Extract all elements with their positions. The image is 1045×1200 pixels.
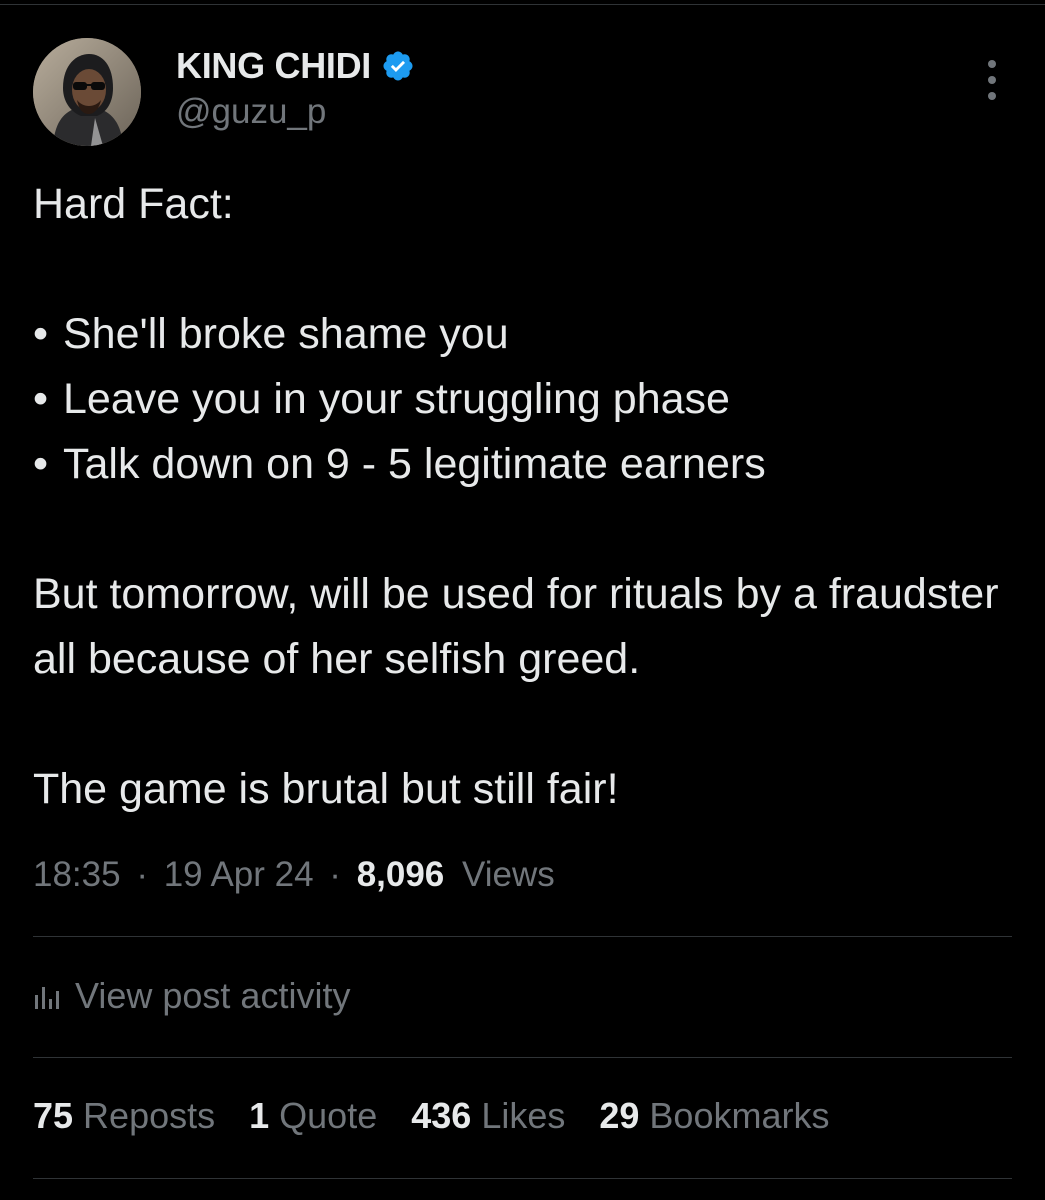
bullet-text: Talk down on 9 - 5 legitimate earners xyxy=(63,440,766,488)
reposts-count: 75 xyxy=(33,1095,74,1136)
reposts-label: Reposts xyxy=(83,1095,216,1136)
tweet-time[interactable]: 18:35 xyxy=(33,855,121,894)
likes-count: 436 xyxy=(411,1095,472,1136)
view-activity-label: View post activity xyxy=(75,975,351,1016)
meta-separator: · xyxy=(329,855,341,894)
more-dot-icon xyxy=(988,60,996,68)
verified-badge-icon xyxy=(383,51,413,81)
bullet-item: • Talk down on 9 - 5 legitimate earners xyxy=(33,432,1005,497)
bullet-item: • Leave you in your struggling phase xyxy=(33,367,1005,432)
bullet-text: Leave you in your struggling phase xyxy=(63,375,730,423)
name-row: KING CHIDI xyxy=(176,44,415,88)
bar-chart-icon xyxy=(35,987,59,1009)
bullet-icon: • xyxy=(33,375,49,423)
tweet-text: Hard Fact: • She'll broke shame you • Le… xyxy=(33,172,1005,822)
bullet-icon: • xyxy=(33,440,49,488)
bullet-icon: • xyxy=(33,310,49,358)
bullet-item: • She'll broke shame you xyxy=(33,302,1005,367)
more-dot-icon xyxy=(988,92,996,100)
avatar-image xyxy=(33,38,141,146)
tweet-line: Hard Fact: xyxy=(33,180,234,228)
reposts-stat[interactable]: 75 Reposts xyxy=(33,1095,215,1137)
quote-count: 1 xyxy=(249,1095,270,1136)
tweet-meta: 18:35 · 19 Apr 24 · 8,096 Views xyxy=(33,855,555,895)
bookmarks-count: 29 xyxy=(599,1095,640,1136)
views-count: 8,096 xyxy=(356,855,445,894)
quotes-stat[interactable]: 1 Quote xyxy=(249,1095,377,1137)
display-name[interactable]: KING CHIDI xyxy=(176,45,371,87)
bookmarks-stat[interactable]: 29 Bookmarks xyxy=(599,1095,829,1137)
top-divider xyxy=(0,4,1045,5)
likes-stat[interactable]: 436 Likes xyxy=(411,1095,565,1137)
views-label: Views xyxy=(462,855,555,894)
quote-label: Quote xyxy=(279,1095,378,1136)
bullet-text: She'll broke shame you xyxy=(63,310,509,358)
tweet-paragraph: But tomorrow, will be used for rituals b… xyxy=(33,570,999,683)
handle[interactable]: @guzu_p xyxy=(176,92,415,132)
view-activity-link[interactable]: View post activity xyxy=(33,975,350,1017)
more-dot-icon xyxy=(988,76,996,84)
author-info: KING CHIDI @guzu_p xyxy=(176,44,415,132)
avatar[interactable] xyxy=(33,38,141,146)
divider xyxy=(33,936,1012,937)
likes-label: Likes xyxy=(481,1095,566,1136)
tweet-stats: 75 Reposts 1 Quote 436 Likes 29 Bookmarks xyxy=(33,1095,829,1137)
bookmarks-label: Bookmarks xyxy=(649,1095,830,1136)
divider xyxy=(33,1057,1012,1058)
tweet-date[interactable]: 19 Apr 24 xyxy=(164,855,314,894)
tweet-header: KING CHIDI @guzu_p xyxy=(33,38,1012,148)
tweet-paragraph: The game is brutal but still fair! xyxy=(33,765,619,813)
divider xyxy=(33,1178,1012,1179)
more-options-button[interactable] xyxy=(980,60,1004,100)
meta-separator: · xyxy=(136,855,148,894)
